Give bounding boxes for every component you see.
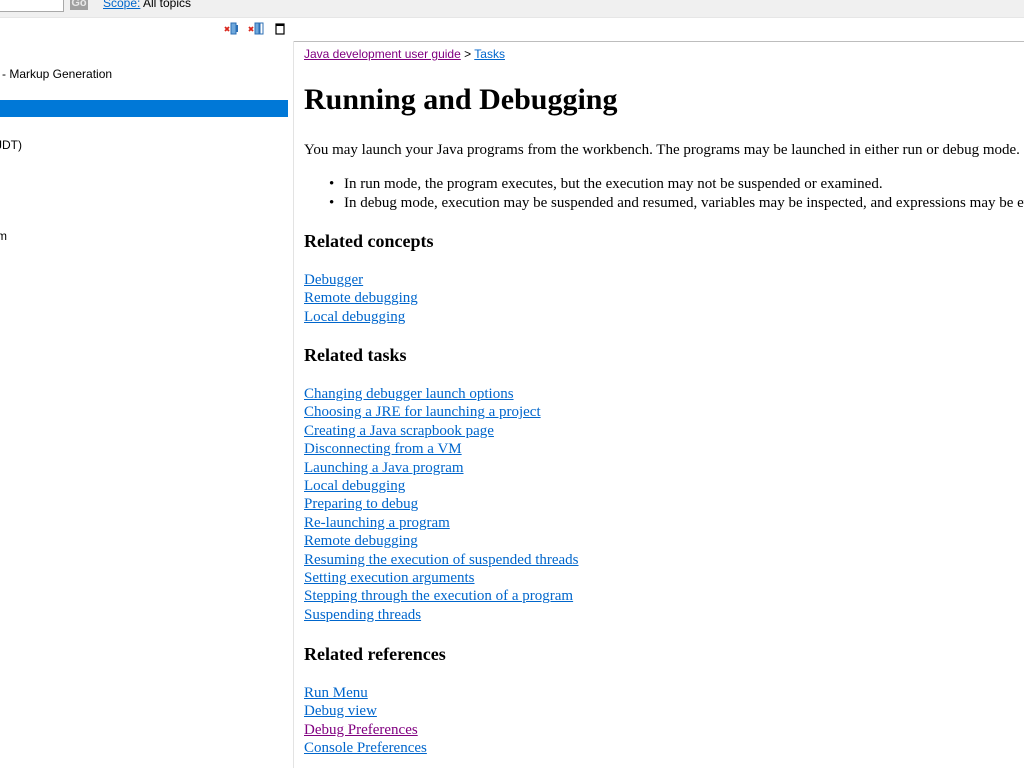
related-task-link[interactable]: Changing debugger launch options <box>304 386 514 402</box>
list-item-text: In debug mode, execution may be suspende… <box>344 195 1024 211</box>
related-task-link[interactable]: Suspending threads <box>304 607 421 623</box>
scope-value: All topics <box>143 0 192 10</box>
breadcrumb-tasks-link[interactable]: Tasks <box>474 47 505 61</box>
toc-item-selected[interactable] <box>0 100 288 117</box>
related-reference-link[interactable]: Debug Preferences <box>304 722 418 738</box>
toc-pane: - Markup Generation JDT) m <box>0 41 294 768</box>
related-task-link[interactable]: Re-launching a program <box>304 515 450 531</box>
toc-item[interactable]: m <box>0 228 7 244</box>
related-concept-link[interactable]: Debugger <box>304 272 363 288</box>
page-title: Running and Debugging <box>304 83 618 116</box>
related-reference-link[interactable]: Run Menu <box>304 685 368 701</box>
search-bar: Go Scope: All topics <box>0 0 1024 17</box>
related-references-list: Run Menu Debug view Debug Preferences Co… <box>304 684 427 758</box>
nav-toolbar <box>0 17 1024 42</box>
breadcrumb-separator: > <box>464 47 472 61</box>
related-reference-link[interactable]: Console Preferences <box>304 740 427 756</box>
related-concepts-list: Debugger Remote debugging Local debuggin… <box>304 271 418 326</box>
mode-list: • In run mode, the program executes, but … <box>324 175 1024 213</box>
toc-item[interactable]: - Markup Generation <box>2 66 112 82</box>
bullet-icon: • <box>329 176 335 192</box>
remove-all-icon[interactable] <box>224 22 240 36</box>
related-tasks-list: Changing debugger launch options Choosin… <box>304 385 579 624</box>
related-concept-link[interactable]: Remote debugging <box>304 290 418 306</box>
related-task-link[interactable]: Preparing to debug <box>304 496 418 512</box>
related-tasks-heading: Related tasks <box>304 345 407 365</box>
go-button[interactable]: Go <box>70 0 88 10</box>
list-item: • In debug mode, execution may be suspend… <box>324 194 1024 213</box>
related-task-link[interactable]: Local debugging <box>304 478 405 494</box>
related-task-link[interactable]: Creating a Java scrapbook page <box>304 423 494 439</box>
scope-link[interactable]: Scope: <box>103 0 140 10</box>
related-concept-link[interactable]: Local debugging <box>304 309 405 325</box>
intro-paragraph: You may launch your Java programs from t… <box>304 142 1020 158</box>
related-task-link[interactable]: Resuming the execution of suspended thre… <box>304 552 579 568</box>
list-item-text: In run mode, the program executes, but t… <box>344 176 883 192</box>
content-pane: Java development user guide > Tasks Runn… <box>294 41 1024 768</box>
related-references-heading: Related references <box>304 644 446 664</box>
breadcrumb: Java development user guide > Tasks <box>304 46 505 62</box>
related-reference-link[interactable]: Debug view <box>304 703 377 719</box>
related-task-link[interactable]: Stepping through the execution of a prog… <box>304 588 573 604</box>
related-task-link[interactable]: Disconnecting from a VM <box>304 441 462 457</box>
related-task-link[interactable]: Choosing a JRE for launching a project <box>304 404 541 420</box>
bullet-icon: • <box>329 195 335 211</box>
related-task-link[interactable]: Remote debugging <box>304 533 418 549</box>
related-task-link[interactable]: Setting execution arguments <box>304 570 475 586</box>
list-item: • In run mode, the program executes, but … <box>324 175 1024 194</box>
search-input[interactable] <box>0 0 64 12</box>
toc-item[interactable]: JDT) <box>0 137 22 153</box>
related-task-link[interactable]: Launching a Java program <box>304 460 464 476</box>
collapse-icon[interactable] <box>248 22 264 36</box>
maximize-icon[interactable] <box>273 22 289 36</box>
related-concepts-heading: Related concepts <box>304 231 434 251</box>
breadcrumb-guide-link[interactable]: Java development user guide <box>304 47 461 61</box>
